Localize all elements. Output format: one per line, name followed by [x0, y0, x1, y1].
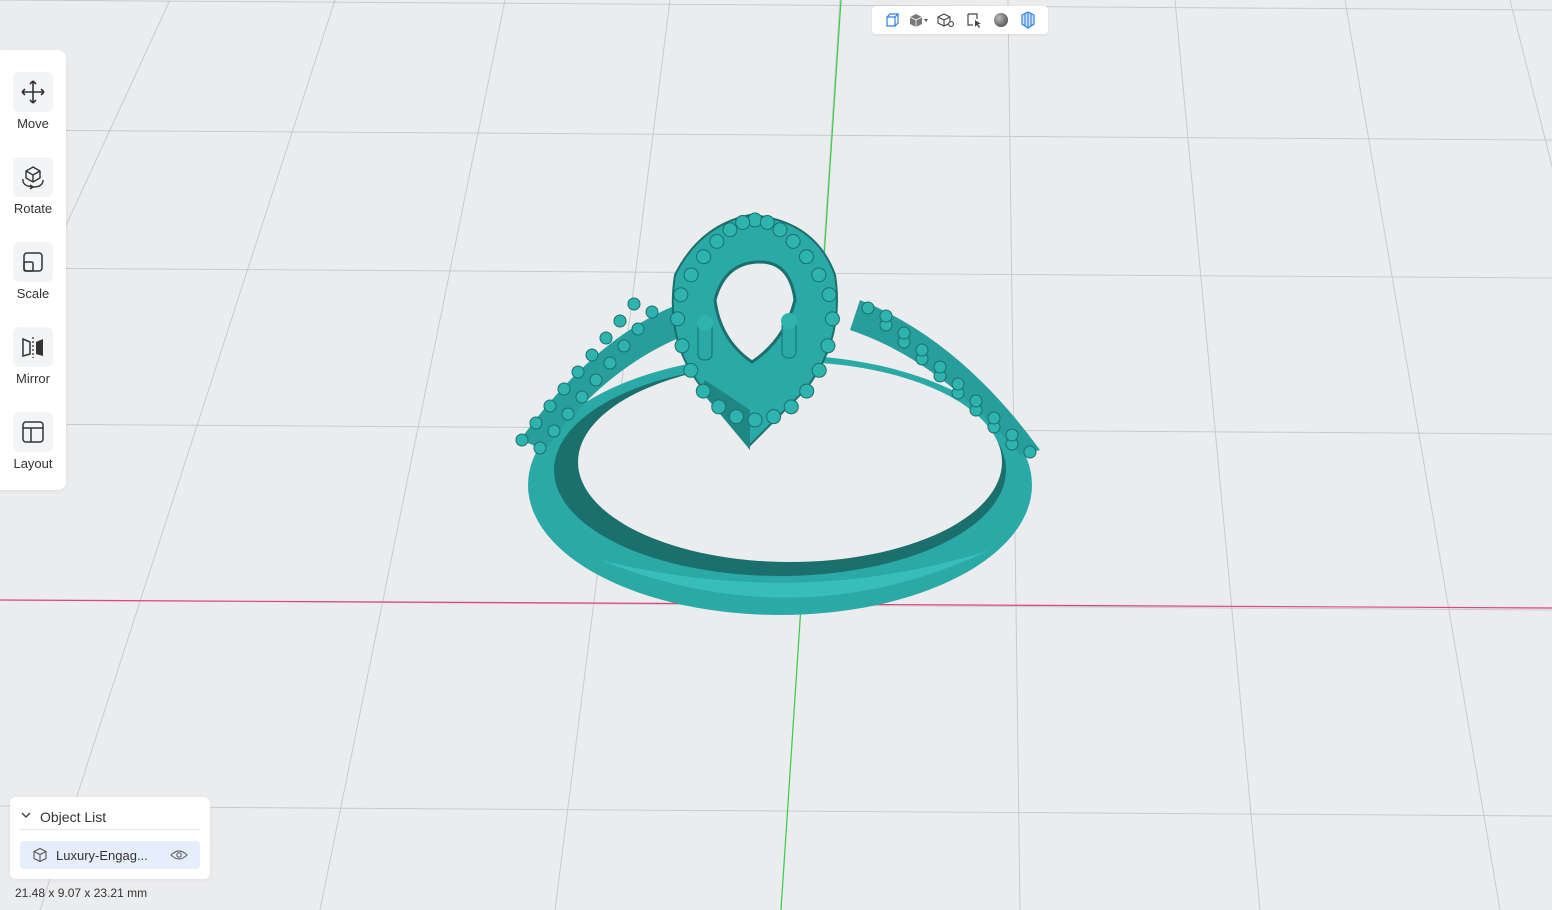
mirror-label: Mirror [16, 371, 50, 386]
rotate-icon [13, 157, 53, 197]
layout-label: Layout [13, 456, 53, 471]
rotate-tool-button[interactable]: Rotate [0, 157, 66, 229]
cube-icon [32, 847, 48, 863]
object-list-title: Object List [40, 809, 107, 825]
select-area-icon[interactable] [963, 9, 985, 31]
wireframe-mode-icon[interactable] [1017, 9, 1039, 31]
mirror-icon [13, 327, 53, 367]
model-dimensions: 21.48 x 9.07 x 23.21 mm [15, 886, 148, 900]
scale-tool-button[interactable]: Scale [0, 242, 66, 314]
object-list-item[interactable]: Luxury-Engag... [20, 841, 200, 869]
chevron-down-icon [20, 808, 32, 826]
object-name: Luxury-Engag... [56, 847, 148, 863]
layout-icon [13, 412, 53, 452]
viewport-canvas[interactable] [0, 0, 1552, 910]
move-icon [13, 72, 53, 112]
move-tool-button[interactable]: Move [0, 72, 66, 144]
move-label: Move [17, 116, 49, 131]
object-list-header[interactable]: Object List [20, 805, 200, 830]
zoom-fit-icon[interactable] [935, 9, 957, 31]
shading-sphere-icon[interactable] [990, 9, 1012, 31]
rotate-label: Rotate [13, 201, 53, 216]
ring-model[interactable] [515, 212, 1040, 615]
view-toolbar [872, 6, 1048, 34]
scale-label: Scale [16, 286, 50, 301]
tool-panel: Move Rotate Scale Mirror Layout [0, 50, 66, 490]
visibility-eye-icon[interactable] [170, 849, 188, 861]
3d-viewport[interactable] [0, 0, 1552, 910]
object-list-panel: Object List Luxury-Engag... [10, 797, 210, 879]
mirror-tool-button[interactable]: Mirror [0, 327, 66, 399]
view-cube-dropdown-icon[interactable] [908, 9, 930, 31]
view-front-icon[interactable] [881, 9, 903, 31]
layout-tool-button[interactable]: Layout [0, 412, 66, 484]
scale-icon [13, 242, 53, 282]
